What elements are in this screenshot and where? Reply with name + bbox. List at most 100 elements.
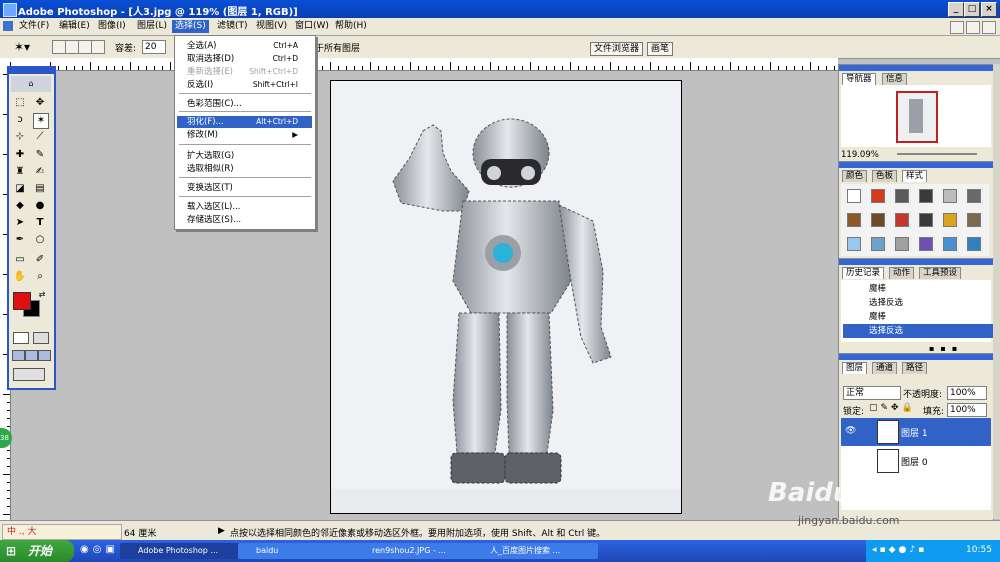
tolerance-input[interactable]: 20 bbox=[142, 40, 166, 54]
gradient-tool-icon[interactable]: ▤ bbox=[33, 182, 47, 196]
style-swatch[interactable] bbox=[847, 213, 861, 227]
photoshop-app-icon[interactable] bbox=[3, 3, 17, 17]
zoom-tool-icon[interactable]: ⌕ bbox=[33, 270, 47, 284]
tab-tool-presets[interactable]: 工具预设 bbox=[919, 267, 962, 279]
select-menu-item[interactable]: 扩大选取(G) bbox=[177, 150, 312, 162]
add-selection-button[interactable] bbox=[65, 40, 79, 54]
document-canvas[interactable] bbox=[330, 80, 682, 514]
clone-stamp-icon[interactable]: ♜ bbox=[13, 165, 27, 179]
layer-name[interactable]: 图层 0 bbox=[901, 455, 928, 468]
maximize-button[interactable]: □ bbox=[964, 2, 980, 17]
subtract-selection-button[interactable] bbox=[78, 40, 92, 54]
screen-mode-standard-button[interactable] bbox=[12, 350, 25, 361]
blur-tool-icon[interactable]: ◆ bbox=[13, 199, 27, 213]
horizontal-ruler[interactable] bbox=[0, 58, 838, 71]
screen-mode-full-button[interactable] bbox=[38, 350, 51, 361]
quick-mask-button[interactable] bbox=[33, 332, 49, 344]
history-item[interactable]: 选择反选 bbox=[843, 296, 1000, 310]
close-button[interactable]: × bbox=[981, 2, 997, 17]
menu-view[interactable]: 视图(V) bbox=[253, 20, 290, 33]
hand-tool-icon[interactable]: ✋ bbox=[13, 270, 27, 284]
style-swatch[interactable] bbox=[895, 189, 909, 203]
history-item[interactable]: 魔棒 bbox=[843, 310, 1000, 324]
history-item[interactable]: 魔棒 bbox=[843, 282, 1000, 296]
select-menu-item[interactable]: 重新选择(E) Shift+Ctrl+D bbox=[177, 66, 312, 78]
style-swatch[interactable] bbox=[895, 213, 909, 227]
clock[interactable]: 10:55 bbox=[966, 545, 992, 555]
layers-panel-titlebar[interactable] bbox=[839, 354, 993, 360]
dodge-tool-icon[interactable]: ● bbox=[33, 199, 47, 213]
eye-icon[interactable]: 👁 bbox=[845, 426, 856, 436]
path-select-icon[interactable]: ➤ bbox=[13, 216, 27, 230]
style-swatch[interactable] bbox=[919, 213, 933, 227]
brush-tool-icon[interactable]: ✎ bbox=[33, 148, 47, 162]
toolbox-title[interactable] bbox=[9, 68, 54, 74]
style-swatch[interactable] bbox=[943, 237, 957, 251]
fill-input[interactable]: 100% bbox=[947, 403, 987, 417]
style-swatch[interactable] bbox=[919, 189, 933, 203]
tab-channels[interactable]: 通道 bbox=[872, 362, 898, 374]
select-menu-item[interactable]: 取消选择(D) Ctrl+D bbox=[177, 53, 312, 65]
menu-edit[interactable]: 编辑(E) bbox=[56, 20, 93, 33]
select-menu-item[interactable]: 色彩范围(C)... bbox=[177, 98, 312, 110]
select-menu-item[interactable]: 变换选区(T) bbox=[177, 182, 312, 194]
tab-styles[interactable]: 样式 bbox=[902, 170, 928, 182]
tab-paths[interactable]: 路径 bbox=[902, 362, 928, 374]
screen-mode-menu-button[interactable] bbox=[25, 350, 38, 361]
magic-wand-tool-icon[interactable]: ✶ bbox=[33, 113, 49, 129]
swatches-panel-titlebar[interactable] bbox=[839, 162, 993, 168]
navigator-preview[interactable] bbox=[841, 85, 991, 147]
zoom-readout[interactable]: 64 厘米 bbox=[124, 526, 156, 539]
style-swatch[interactable] bbox=[895, 237, 909, 251]
tab-history[interactable]: 历史记录 bbox=[842, 267, 885, 279]
opacity-input[interactable]: 100% bbox=[947, 386, 987, 400]
select-menu-item[interactable]: 修改(M) ▶ bbox=[177, 129, 312, 141]
style-swatch[interactable] bbox=[871, 213, 885, 227]
navigator-view-box[interactable] bbox=[896, 91, 938, 143]
style-swatch[interactable] bbox=[919, 237, 933, 251]
start-button[interactable]: ⊞ 开始 bbox=[0, 540, 74, 562]
style-swatch[interactable] bbox=[967, 213, 981, 227]
style-swatch[interactable] bbox=[871, 237, 885, 251]
doc-minimize-button[interactable] bbox=[950, 21, 964, 34]
tray-icons[interactable]: ◂▪◆●♪▪ bbox=[872, 545, 927, 555]
intersect-selection-button[interactable] bbox=[91, 40, 105, 54]
notes-tool-icon[interactable]: ▭ bbox=[13, 253, 27, 267]
standard-mode-button[interactable] bbox=[13, 332, 29, 344]
doc-restore-button[interactable] bbox=[966, 21, 980, 34]
style-swatch[interactable] bbox=[967, 189, 981, 203]
tab-color[interactable]: 颜色 bbox=[842, 170, 868, 182]
file-browser-tab[interactable]: 文件浏览器 bbox=[590, 42, 644, 56]
magic-wand-preset-icon[interactable]: ✶▾ bbox=[14, 40, 30, 54]
style-swatch[interactable] bbox=[871, 189, 885, 203]
doc-close-button[interactable] bbox=[982, 21, 996, 34]
menu-select[interactable]: 选择(S) bbox=[172, 20, 209, 33]
history-panel-buttons[interactable]: ▪▪▪ bbox=[929, 344, 963, 353]
task-image-file[interactable]: ren9shou2.JPG - ... bbox=[354, 543, 482, 559]
document-icon[interactable] bbox=[3, 21, 13, 31]
style-swatch[interactable] bbox=[943, 213, 957, 227]
move-tool-icon[interactable]: ✥ bbox=[33, 96, 47, 110]
quick-launch-icons[interactable]: ◉◎▣ bbox=[80, 544, 119, 555]
healing-brush-icon[interactable]: ✚ bbox=[13, 148, 27, 162]
layer-name[interactable]: 图层 1 bbox=[901, 426, 928, 439]
menu-image[interactable]: 图像(I) bbox=[95, 20, 129, 33]
select-menu-item[interactable]: 羽化(F)... Alt+Ctrl+D bbox=[177, 116, 312, 128]
tab-layers[interactable]: 图层 bbox=[842, 362, 868, 374]
menu-window[interactable]: 窗口(W) bbox=[292, 20, 332, 33]
tab-navigator[interactable]: 导航器 bbox=[842, 73, 876, 85]
style-swatch[interactable] bbox=[943, 189, 957, 203]
brushes-tab[interactable]: 画笔 bbox=[647, 42, 674, 56]
jump-to-imageready-button[interactable] bbox=[13, 368, 45, 381]
style-swatch[interactable] bbox=[847, 237, 861, 251]
style-swatch[interactable] bbox=[967, 237, 981, 251]
history-panel-titlebar[interactable] bbox=[839, 259, 993, 265]
adobe-logo-icon[interactable]: ⌂ bbox=[11, 76, 51, 92]
play-icon[interactable]: ▶ bbox=[218, 526, 225, 536]
layer-row[interactable]: 图层 0 bbox=[841, 447, 991, 475]
select-menu-item[interactable]: 全选(A) Ctrl+A bbox=[177, 40, 312, 52]
crop-tool-icon[interactable]: ⊹ bbox=[13, 130, 27, 144]
task-baidu-folder[interactable]: baidu bbox=[238, 543, 364, 559]
style-swatch[interactable] bbox=[847, 189, 861, 203]
task-browser[interactable]: 人_百度图片搜索 ... bbox=[472, 543, 598, 559]
